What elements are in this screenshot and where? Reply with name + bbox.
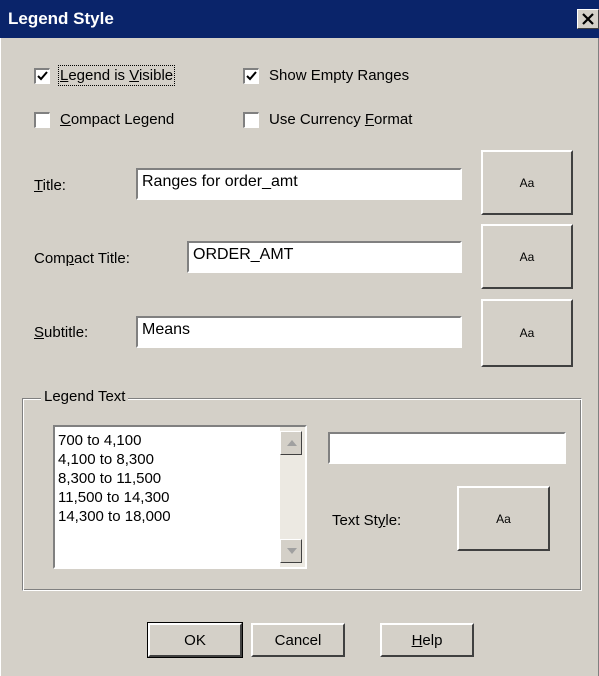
- list-item[interactable]: 8,300 to 11,500: [55, 469, 277, 488]
- title-label: Title:: [34, 177, 66, 194]
- compact-legend-checkbox[interactable]: Compact Legend: [34, 111, 174, 128]
- checkmark-icon: [37, 70, 48, 80]
- title-font-button[interactable]: Aa: [481, 150, 573, 215]
- text-style-label: Text Style:: [332, 512, 402, 529]
- show-empty-ranges-checkbox[interactable]: Show Empty Ranges: [243, 67, 409, 84]
- text-style-font-button[interactable]: Aa: [457, 486, 550, 551]
- ok-button-label: OK: [184, 631, 206, 649]
- close-button[interactable]: [577, 9, 599, 29]
- list-item[interactable]: 11,500 to 14,300: [55, 488, 277, 507]
- compact-title-input[interactable]: ORDER_AMT: [187, 241, 462, 273]
- arrow-down-icon: [287, 548, 297, 554]
- checkmark-icon: [246, 70, 257, 80]
- subtitle-font-button[interactable]: Aa: [481, 299, 573, 367]
- compact-title-label: Compact Title:: [34, 250, 130, 267]
- title-input[interactable]: Ranges for order_amt: [136, 168, 462, 200]
- title-bar: Legend Style: [0, 0, 599, 38]
- cancel-button[interactable]: Cancel: [251, 623, 345, 657]
- show-empty-ranges-label: Show Empty Ranges: [269, 67, 410, 84]
- help-button[interactable]: Help: [380, 623, 474, 657]
- listbox-scrollbar[interactable]: [280, 427, 305, 567]
- close-x-icon: [582, 13, 594, 25]
- list-item[interactable]: 700 to 4,100: [55, 431, 277, 450]
- dialog-title: Legend Style: [8, 9, 114, 28]
- subtitle-label: Subtitle:: [34, 324, 89, 341]
- compact-legend-box[interactable]: [34, 111, 50, 128]
- text-style-font-button-label: Aa: [496, 511, 511, 526]
- legend-ranges-listbox[interactable]: 700 to 4,100 4,100 to 8,300 8,300 to 11,…: [53, 425, 307, 569]
- compact-legend-label: Compact Legend: [60, 111, 175, 128]
- list-item[interactable]: 14,300 to 18,000: [55, 507, 277, 526]
- currency-format-box[interactable]: [243, 111, 259, 128]
- legend-visible-box[interactable]: [34, 67, 50, 84]
- subtitle-font-button-label: Aa: [519, 326, 535, 340]
- cancel-button-label: Cancel: [274, 631, 322, 649]
- currency-format-checkbox[interactable]: Use Currency Format: [243, 111, 412, 128]
- legend-visible-label: Legend is Visible: [57, 65, 176, 86]
- compact-title-font-button[interactable]: Aa: [481, 224, 573, 289]
- arrow-up-icon: [287, 440, 297, 446]
- help-button-label: Help: [411, 631, 443, 649]
- subtitle-input[interactable]: Means: [136, 316, 462, 348]
- title-font-button-label: Aa: [519, 175, 535, 190]
- legend-text-input[interactable]: [328, 432, 566, 464]
- scroll-up-button[interactable]: [280, 431, 302, 455]
- legend-visible-checkbox[interactable]: Legend is Visible: [34, 65, 176, 86]
- scroll-down-button[interactable]: [280, 539, 302, 563]
- show-empty-ranges-box[interactable]: [243, 67, 259, 84]
- legend-text-group-label: Legend Text: [41, 388, 129, 405]
- compact-title-font-button-label: Aa: [519, 249, 535, 264]
- currency-format-label: Use Currency Format: [269, 111, 413, 128]
- ok-button[interactable]: OK: [147, 622, 243, 658]
- list-item[interactable]: 4,100 to 8,300: [55, 450, 277, 469]
